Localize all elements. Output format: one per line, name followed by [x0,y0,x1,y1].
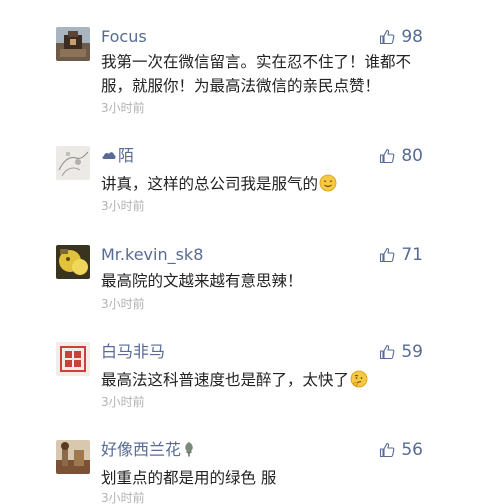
cloud-icon [101,148,117,162]
nickname[interactable]: Mr.kevin_sk8 [101,245,203,265]
nickname[interactable]: 陌 [101,146,134,166]
like-button[interactable]: 80 [379,146,423,166]
avatar-seal-red [56,342,90,376]
avatar[interactable] [56,440,90,474]
comment-text: 最高院的文越来越有意思辣！ [101,272,303,290]
comment-list: Focus 98 我第一次在微信留言。实在忍不住了！谁都不服，就服你！为最高法微… [0,0,478,504]
avatar[interactable] [56,27,90,61]
like-button[interactable]: 98 [379,27,423,47]
like-count: 80 [401,146,423,166]
comment-text-body: 讲真，这样的总公司我是服气的 [101,175,319,193]
thumbs-up-icon [380,247,395,263]
thumbs-up-icon [380,148,395,164]
comment-time: 3小时前 [101,297,145,311]
avatar-photo-brown [56,440,90,474]
like-button[interactable]: 59 [379,342,423,362]
avatar[interactable] [56,146,90,180]
nickname-text: 陌 [118,146,135,165]
comment-time: 3小时前 [101,395,145,409]
nickname-text: 好像西兰花 [101,440,182,459]
thumbs-up-icon [380,344,395,360]
nickname[interactable]: Focus [101,27,147,47]
comment-time: 3小时前 [101,199,145,213]
like-button[interactable]: 71 [379,245,423,265]
thumbs-up-icon [380,442,395,458]
nickname[interactable]: 白马非马 [101,342,165,362]
comment-text-body: 最高法这科普速度也是醉了，太快了 [101,371,350,389]
like-button[interactable]: 56 [379,440,423,460]
tree-icon [183,441,195,457]
like-count: 56 [401,440,423,460]
avatar-photo-focus [56,27,90,61]
nickname[interactable]: 好像西兰花 [101,440,195,460]
thumbs-up-icon [380,29,395,45]
comment-text: 最高法这科普速度也是醉了，太快了 [101,368,421,392]
comment-text: 划重点的都是用的绿色 服 [101,469,277,487]
like-count: 71 [401,245,423,265]
avatar-photo-sketch [56,146,90,180]
avatar[interactable] [56,342,90,376]
smile-emoji-icon [319,174,337,192]
thinking-emoji-icon [350,370,368,388]
comment-time: 3小时前 [101,491,145,504]
comment-time: 3小时前 [101,101,145,115]
avatar[interactable] [56,245,90,279]
comment-text: 我第一次在微信留言。实在忍不住了！谁都不服，就服你！为最高法微信的亲民点赞！ [101,53,412,95]
like-count: 98 [401,27,423,47]
comment-text: 讲真，这样的总公司我是服气的 [101,172,421,196]
avatar-photo-yellow [56,245,90,279]
like-count: 59 [401,342,423,362]
